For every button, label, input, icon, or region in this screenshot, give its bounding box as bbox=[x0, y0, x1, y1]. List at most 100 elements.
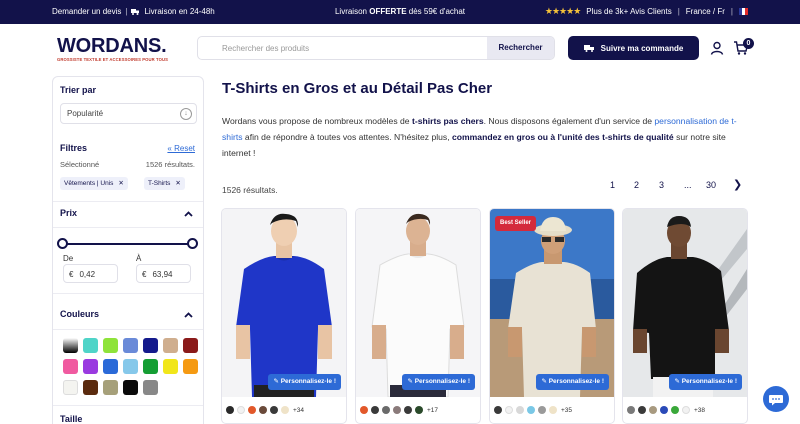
page-title: T-Shirts en Gros et au Détail Pas Cher bbox=[222, 80, 493, 97]
color-dot[interactable] bbox=[281, 406, 289, 414]
reviews-link[interactable]: Plus de 3k+ Avis Clients bbox=[586, 7, 671, 16]
product-card[interactable]: ✎ Personnalisez-le ! +17 bbox=[355, 208, 481, 424]
color-swatch[interactable] bbox=[83, 359, 98, 374]
chevron-down-icon: ↓ bbox=[180, 108, 192, 120]
color-dot[interactable] bbox=[226, 406, 234, 414]
reset-filters-link[interactable]: « Reset bbox=[167, 144, 195, 153]
color-dot[interactable] bbox=[660, 406, 668, 414]
page-link[interactable]: 1 bbox=[610, 180, 615, 190]
filter-chip[interactable]: T-Shirts ✕ bbox=[144, 177, 185, 190]
color-dot[interactable] bbox=[393, 406, 401, 414]
color-dot[interactable] bbox=[237, 406, 245, 414]
logo-tagline: GROSSISTE TEXTILE ET ACCESSOIRES POUR TO… bbox=[57, 57, 168, 62]
product-card[interactable]: Best Seller ✎ Personnalisez-le ! +35 bbox=[489, 208, 615, 424]
sort-dropdown[interactable]: Popularité ↓ bbox=[60, 103, 197, 124]
color-dot[interactable] bbox=[415, 406, 423, 414]
color-swatch[interactable] bbox=[63, 359, 78, 374]
color-dot[interactable] bbox=[360, 406, 368, 414]
color-swatch[interactable] bbox=[183, 338, 198, 353]
color-dot[interactable] bbox=[549, 406, 557, 414]
color-swatch[interactable] bbox=[183, 359, 198, 374]
intro-text: . Nous disposons également d'un service … bbox=[483, 116, 655, 126]
price-min-input[interactable]: €0,42 bbox=[63, 264, 118, 283]
product-photo[interactable] bbox=[356, 209, 480, 397]
color-dot[interactable] bbox=[505, 406, 513, 414]
color-dot[interactable] bbox=[538, 406, 546, 414]
color-dot[interactable] bbox=[270, 406, 278, 414]
color-swatch[interactable] bbox=[103, 380, 118, 395]
french-flag-icon[interactable] bbox=[739, 8, 748, 15]
color-swatch[interactable] bbox=[163, 359, 178, 374]
free-delivery-suffix: dès 59€ d'achat bbox=[406, 7, 466, 16]
selected-count: 1526 résultats. bbox=[145, 160, 195, 169]
product-photo[interactable] bbox=[623, 209, 747, 397]
intro-text: Wordans vous propose de nombreux modèles… bbox=[222, 116, 412, 126]
color-swatch[interactable] bbox=[143, 380, 158, 395]
color-dot[interactable] bbox=[371, 406, 379, 414]
personalize-button[interactable]: ✎ Personnalisez-le ! bbox=[669, 374, 742, 390]
color-dot[interactable] bbox=[638, 406, 646, 414]
wordans-logo[interactable]: WORDANS. GROSSISTE TEXTILE ET ACCESSOIRE… bbox=[57, 36, 177, 62]
color-swatch[interactable] bbox=[63, 380, 78, 395]
color-swatch[interactable] bbox=[143, 338, 158, 353]
color-dot[interactable] bbox=[494, 406, 502, 414]
color-dot[interactable] bbox=[627, 406, 635, 414]
color-dot[interactable] bbox=[516, 406, 524, 414]
color-swatch[interactable] bbox=[203, 338, 204, 353]
filter-chip[interactable]: Vêtements | Unis ✕ bbox=[60, 177, 128, 190]
color-swatch[interactable] bbox=[103, 338, 118, 353]
color-swatch[interactable] bbox=[123, 380, 138, 395]
color-swatch[interactable] bbox=[123, 338, 138, 353]
product-photo[interactable] bbox=[222, 209, 346, 397]
color-swatch[interactable] bbox=[83, 338, 98, 353]
color-dot[interactable] bbox=[527, 406, 535, 414]
chevron-up-icon[interactable] bbox=[184, 312, 193, 318]
color-swatch[interactable] bbox=[63, 338, 78, 353]
page-link[interactable]: 3 bbox=[659, 180, 664, 190]
color-swatch[interactable] bbox=[103, 359, 118, 374]
next-page-icon[interactable]: ❯ bbox=[733, 178, 742, 191]
product-card[interactable]: ✎ Personnalisez-le ! +38 bbox=[622, 208, 748, 424]
price-min-label: De bbox=[63, 254, 74, 263]
price-max-label: À bbox=[136, 254, 142, 263]
remove-chip-icon[interactable]: ✕ bbox=[175, 177, 180, 190]
price-max-input[interactable]: €63,94 bbox=[136, 264, 191, 283]
personalize-button[interactable]: ✎ Personnalisez-le ! bbox=[402, 374, 475, 390]
page-link[interactable]: 30 bbox=[706, 180, 716, 190]
chevron-up-icon[interactable] bbox=[184, 211, 193, 217]
color-dot[interactable] bbox=[671, 406, 679, 414]
personalize-button[interactable]: ✎ Personnalisez-le ! bbox=[268, 374, 341, 390]
user-account-icon[interactable] bbox=[710, 41, 724, 55]
track-order-label: Suivre ma commande bbox=[600, 43, 684, 53]
search-input[interactable]: Rechercher des produits bbox=[222, 44, 309, 53]
remove-chip-icon[interactable]: ✕ bbox=[118, 177, 123, 190]
color-swatch[interactable] bbox=[123, 359, 138, 374]
color-swatch[interactable] bbox=[163, 338, 178, 353]
separator: | bbox=[730, 7, 733, 16]
page-link[interactable]: 2 bbox=[634, 180, 639, 190]
color-options: +38 bbox=[627, 406, 705, 414]
price-slider-track[interactable] bbox=[63, 243, 193, 245]
color-dot[interactable] bbox=[404, 406, 412, 414]
more-colors-count: +34 bbox=[293, 406, 305, 414]
personalize-button[interactable]: ✎ Personnalisez-le ! bbox=[536, 374, 609, 390]
price-slider-min-handle[interactable] bbox=[57, 238, 68, 249]
color-swatch[interactable] bbox=[143, 359, 158, 374]
color-dot[interactable] bbox=[682, 406, 690, 414]
search-button[interactable]: Rechercher bbox=[487, 37, 554, 59]
cart-count-badge: 0 bbox=[743, 38, 754, 49]
product-card[interactable]: ✎ Personnalisez-le ! +34 bbox=[221, 208, 347, 424]
chat-button[interactable] bbox=[763, 386, 789, 412]
personalize-label: Personnalisez-le ! bbox=[414, 378, 470, 385]
track-order-button[interactable]: Suivre ma commande bbox=[568, 36, 699, 60]
color-dot[interactable] bbox=[382, 406, 390, 414]
color-dot[interactable] bbox=[259, 406, 267, 414]
more-colors-count: +35 bbox=[561, 406, 573, 414]
color-dot[interactable] bbox=[649, 406, 657, 414]
color-swatch[interactable] bbox=[83, 380, 98, 395]
product-photo[interactable] bbox=[490, 209, 614, 397]
color-dot[interactable] bbox=[248, 406, 256, 414]
locale-selector[interactable]: France / Fr bbox=[686, 7, 725, 16]
personalize-label: Personnalisez-le ! bbox=[280, 378, 336, 385]
price-slider-max-handle[interactable] bbox=[187, 238, 198, 249]
